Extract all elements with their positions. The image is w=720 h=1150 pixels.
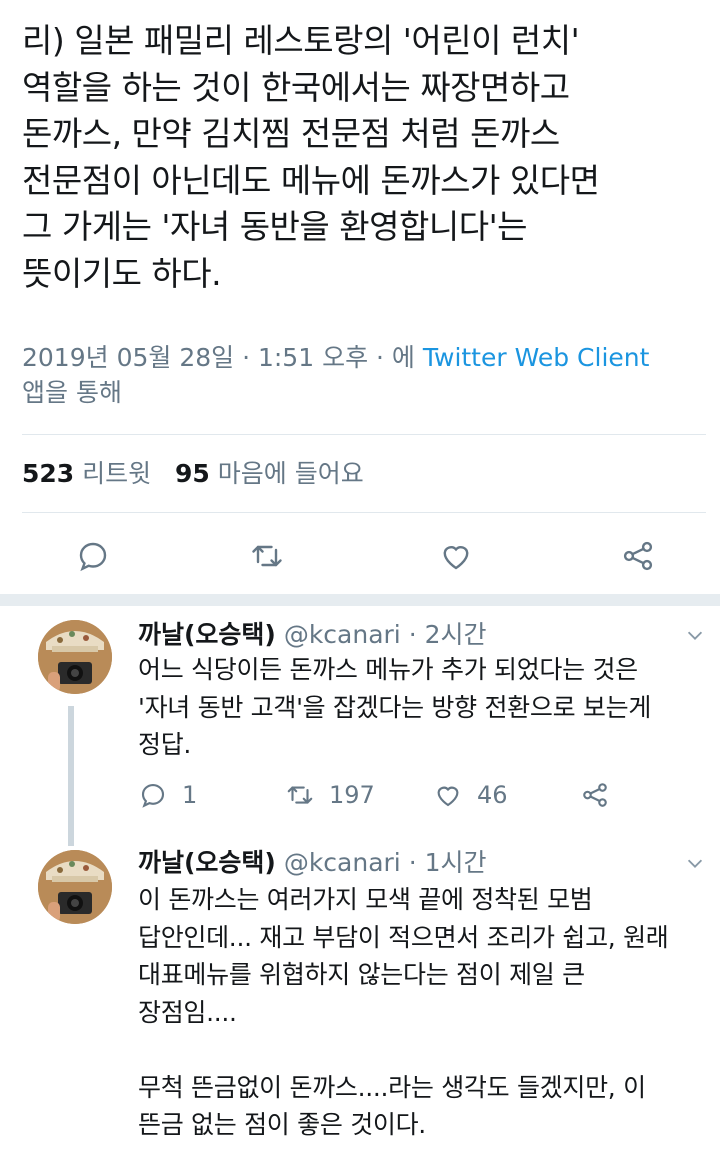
like-button[interactable] <box>434 534 478 578</box>
like-label[interactable]: 마음에 들어요 <box>218 459 364 488</box>
heart-icon <box>437 786 459 807</box>
share-button[interactable] <box>580 777 624 813</box>
avatar[interactable] <box>38 850 112 924</box>
retweet-button[interactable] <box>245 534 289 578</box>
reply-text: 이 돈까스는 여러가지 모색 끝에 정착된 모범 답안인데... 재고 부담이 … <box>138 885 669 1139</box>
user-handle[interactable]: @kcanari <box>284 620 401 649</box>
share-icon <box>583 783 607 807</box>
thread-line <box>68 706 74 846</box>
user-handle[interactable]: @kcanari <box>284 848 401 877</box>
retweet-icon <box>252 545 282 567</box>
reply-time: · 1시간 <box>400 848 487 877</box>
reply-icon <box>141 783 165 808</box>
tweet-date: 2019년 05월 28일 · 1:51 오후 · 에 <box>22 343 423 372</box>
reply-actions: 1 197 46 <box>138 777 638 813</box>
avatar-photo <box>38 620 112 694</box>
tweet-meta: 2019년 05월 28일 · 1:51 오후 · 에 Twitter Web … <box>22 340 702 410</box>
like-count: 46 <box>477 781 508 809</box>
tweet-via: 앱을 통해 <box>22 378 122 407</box>
display-name[interactable]: 까날(오승택) <box>138 620 276 649</box>
retweet-count: 197 <box>329 781 375 809</box>
tweet-stats: 523 리트윗 95 마음에 들어요 <box>22 456 364 492</box>
section-divider <box>0 594 720 606</box>
retweet-count[interactable]: 523 <box>22 459 74 488</box>
reply-header: 까날(오승택) @kcanari · 1시간 <box>138 846 487 880</box>
like-count[interactable]: 95 <box>175 459 210 488</box>
reply-button[interactable] <box>71 534 115 578</box>
divider <box>22 512 706 513</box>
reply-icon <box>79 542 107 572</box>
like-button[interactable]: 46 <box>433 777 508 813</box>
reply-text: 어느 식당이든 돈까스 메뉴가 추가 되었다는 것은 '자녀 동반 고객'을 잡… <box>138 655 652 759</box>
chevron-down-icon[interactable] <box>684 624 706 646</box>
chevron-down-icon[interactable] <box>684 852 706 874</box>
share-button[interactable] <box>616 534 660 578</box>
share-icon <box>623 541 653 571</box>
tweet-actions <box>0 534 720 578</box>
avatar-photo <box>38 850 112 924</box>
client-link[interactable]: Twitter Web Client <box>423 343 650 372</box>
heart-icon <box>443 546 469 570</box>
retweet-label[interactable]: 리트윗 <box>82 459 151 488</box>
avatar[interactable] <box>38 620 112 694</box>
reply-header: 까날(오승택) @kcanari · 2시간 <box>138 618 487 652</box>
reply-count: 1 <box>182 781 198 809</box>
reply-time: · 2시간 <box>400 620 487 649</box>
divider <box>22 434 706 435</box>
retweet-icon <box>287 786 313 804</box>
tweet-text: 리) 일본 패밀리 레스토랑의 '어린이 런치' 역할을 하는 것이 한국에서는… <box>22 21 600 293</box>
retweet-button[interactable]: 197 <box>285 777 375 813</box>
display-name[interactable]: 까날(오승택) <box>138 848 276 877</box>
reply-button[interactable]: 1 <box>138 777 197 813</box>
main-tweet: 리) 일본 패밀리 레스토랑의 '어린이 런치' 역할을 하는 것이 한국에서는… <box>22 18 702 297</box>
